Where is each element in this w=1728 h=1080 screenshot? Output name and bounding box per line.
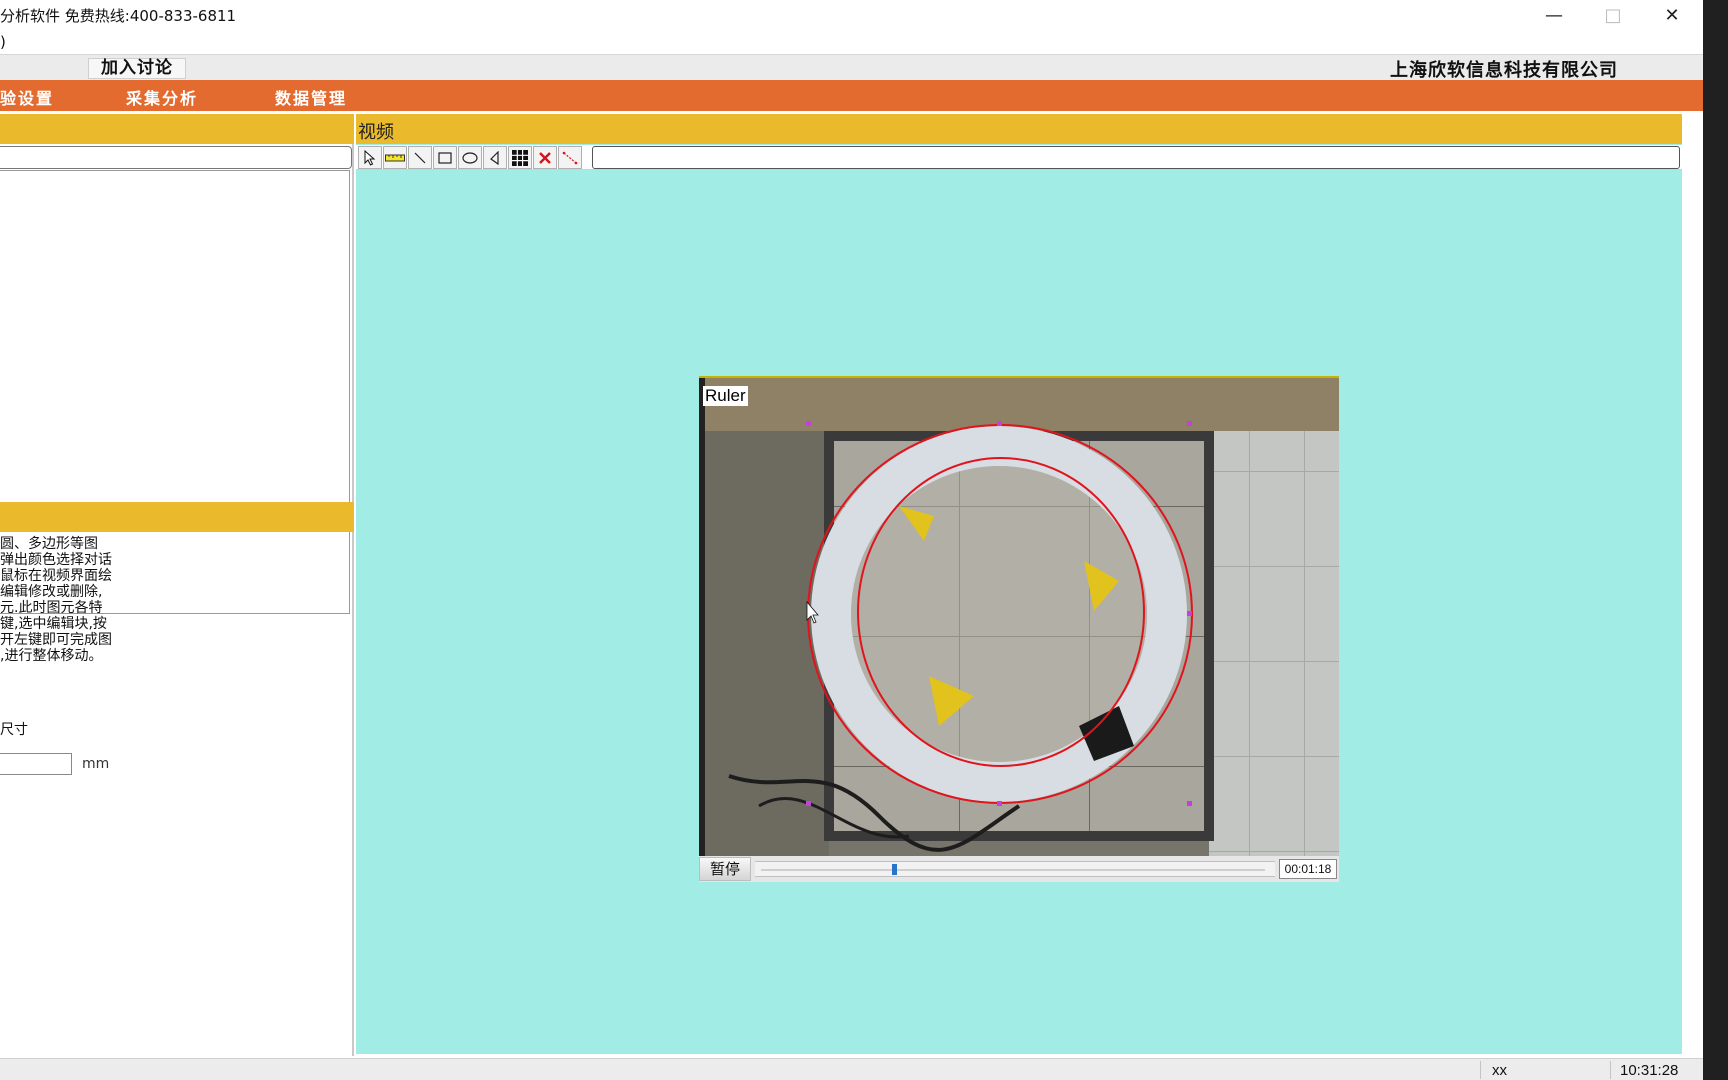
size-unit: mm xyxy=(82,756,110,772)
help-line: 编辑修改或删除, xyxy=(0,584,103,600)
left-panel-header xyxy=(0,114,354,144)
minimize-icon[interactable]: — xyxy=(1526,0,1582,30)
ruler-label: Ruler xyxy=(703,386,748,406)
seek-line xyxy=(761,869,1265,871)
seek-thumb[interactable] xyxy=(892,864,897,875)
delete-icon[interactable] xyxy=(533,146,557,169)
menu-item[interactable]: ) xyxy=(0,33,6,51)
inner-ruler-circle xyxy=(857,457,1145,767)
player-controls: 暂停 00:01:18 xyxy=(699,856,1339,882)
actual-size-input[interactable] xyxy=(0,753,72,775)
help-panel-header xyxy=(0,502,354,532)
background-edge xyxy=(1703,0,1728,1080)
actual-size-label: 尺寸 xyxy=(0,722,28,738)
menu-bar: ) xyxy=(0,30,1728,54)
status-separator xyxy=(1610,1061,1611,1079)
close-icon[interactable]: ✕ xyxy=(1644,0,1700,30)
help-line: 键,选中编辑块,按 xyxy=(0,616,107,632)
help-line: 圆、多边形等图 xyxy=(0,536,98,552)
playback-time: 00:01:18 xyxy=(1279,859,1337,879)
ellipse-icon[interactable] xyxy=(458,146,482,169)
help-line: 鼠标在视频界面绘 xyxy=(0,568,112,584)
pause-button[interactable]: 暂停 xyxy=(699,857,751,881)
maximize-icon[interactable]: □ xyxy=(1585,0,1641,30)
window-title: 分析软件 免费热线:400-833-6811 xyxy=(0,7,237,25)
status-clock: 10:31:28 xyxy=(1620,1062,1679,1079)
join-discussion-button[interactable]: 加入讨论 xyxy=(88,58,186,79)
toolbar-info-field[interactable] xyxy=(592,146,1680,169)
help-line: ,进行整体移动。 xyxy=(0,648,103,664)
help-line: 弹出颜色选择对话 xyxy=(0,552,112,568)
nav-capture-analysis[interactable]: 采集分析 xyxy=(126,85,198,109)
seek-bar[interactable] xyxy=(755,861,1275,877)
help-line: 开左键即可完成图 xyxy=(0,632,112,648)
drawing-toolbar xyxy=(356,145,1682,170)
nav-experiment-settings[interactable]: 验设置 xyxy=(0,85,54,109)
help-text: 圆、多边形等图 弹出颜色选择对话 鼠标在视频界面绘 编辑修改或删除, 元.此时图… xyxy=(0,536,352,664)
status-separator xyxy=(1480,1061,1481,1079)
rectangle-icon[interactable] xyxy=(433,146,457,169)
video-panel-title: 视频 xyxy=(358,122,394,143)
video-panel-header: 视频 xyxy=(356,114,1682,144)
nav-data-management[interactable]: 数据管理 xyxy=(275,85,347,109)
line-icon[interactable] xyxy=(408,146,432,169)
ruler-icon[interactable] xyxy=(383,146,407,169)
pointer-icon[interactable] xyxy=(358,146,382,169)
shape-name-field[interactable] xyxy=(0,146,352,169)
status-bar: xx 10:31:28 xyxy=(0,1058,1703,1080)
polygon-icon[interactable] xyxy=(483,146,507,169)
main-nav: 验设置 采集分析 数据管理 xyxy=(0,80,1703,111)
status-user: xx xyxy=(1492,1062,1507,1079)
video-view[interactable]: Ruler xyxy=(699,376,1339,856)
grid-icon[interactable] xyxy=(508,146,532,169)
help-line: 元.此时图元各特 xyxy=(0,600,103,616)
discussion-bar: 加入讨论 上海欣软信息科技有限公司 xyxy=(0,54,1703,81)
outer-ruler-circle xyxy=(807,424,1193,804)
measure-line-icon[interactable] xyxy=(558,146,582,169)
ruler-overlay[interactable] xyxy=(699,376,1339,856)
title-bar: 分析软件 免费热线:400-833-6811 — □ ✕ xyxy=(0,0,1728,30)
company-name: 上海欣软信息科技有限公司 xyxy=(1390,60,1618,81)
